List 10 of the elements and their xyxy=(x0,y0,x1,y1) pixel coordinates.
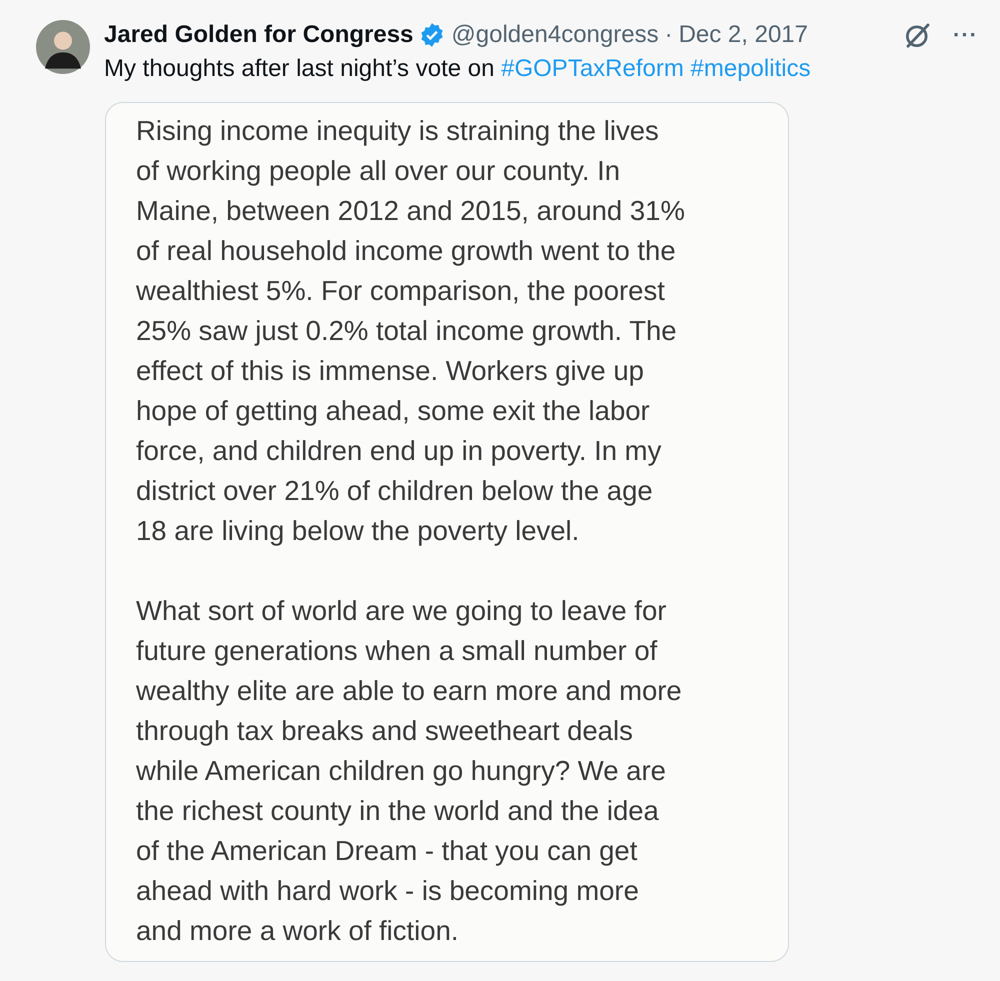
separator: · xyxy=(664,21,673,49)
post-text: My thoughts after last night’s vote on #GOPTaxReform #mepolitics xyxy=(104,54,812,84)
text-image-card[interactable] xyxy=(105,102,789,962)
avatar[interactable] xyxy=(36,20,90,74)
user-handle[interactable]: @golden4congress xyxy=(451,21,659,49)
image-paragraph: What sort of world are we going to leave for future generations when a small number of wealthy elite are able to earn more and more through tax breaks and sweetheart deals while American children go hungry? We are the richest county in the world and the idea of the American Dream - that you can get ahead with hard work - is becoming more and more a work of fiction. xyxy=(136,594,683,948)
more-button[interactable]: ··· xyxy=(953,22,978,48)
post-date[interactable]: Dec 2, 2017 xyxy=(678,21,808,49)
image-paragraph: Rising income inequity is straining the lives of working people all over our county. In Maine, between 2012 and 2015, around 31% of real household income growth went to the wealthiest 5%. For comparison, the poorest 25% saw just 0.2% total income growth. The effect of this is immense. Workers give up hope of getting ahead, some exit the labor force, and children end up in poverty. In my district over 21% of children below the age 18 are living below the poverty level. xyxy=(136,114,686,548)
author-name[interactable]: Jared Golden for Congress xyxy=(104,21,414,49)
